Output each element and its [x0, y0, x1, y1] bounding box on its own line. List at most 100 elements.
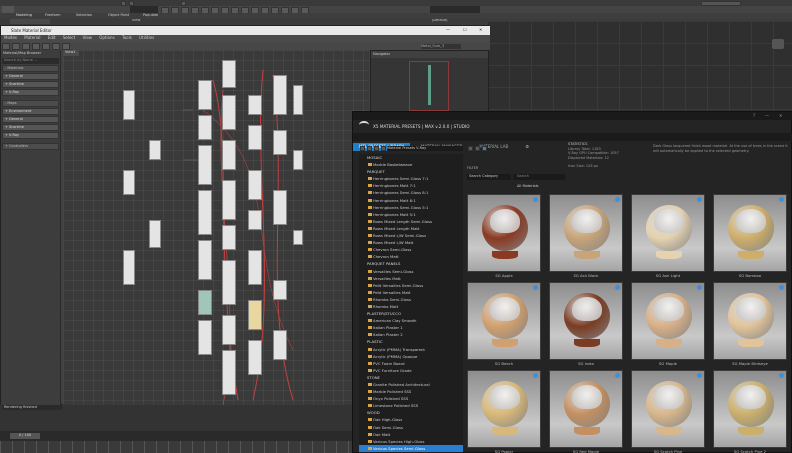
material-thumbnail[interactable]: SG Beech [467, 282, 541, 367]
tree-item[interactable]: Marble Basketweave [359, 161, 463, 168]
list-view-icon[interactable] [468, 146, 473, 151]
material-node[interactable] [149, 140, 161, 160]
material-node[interactable] [198, 240, 212, 280]
polygon-modeling-label[interactable]: Polygon Modeling [10, 19, 50, 35]
menu-tools[interactable]: Tools [122, 35, 132, 40]
tree-item[interactable]: Oak High-Gloss [359, 416, 463, 423]
tree-item[interactable]: Versailles Matt [359, 275, 463, 282]
material-node[interactable] [222, 260, 236, 305]
material-thumbnail[interactable]: SG Red Maple [549, 370, 623, 453]
material-thumbnail[interactable]: SG Apple [467, 194, 541, 279]
tree-item[interactable]: Marble Polished SSS [359, 388, 463, 395]
material-node[interactable] [248, 340, 262, 375]
tree-item[interactable]: Various Species High-Gloss [359, 438, 463, 445]
browser-group[interactable]: + V-Ray [2, 131, 59, 139]
tree-category[interactable]: MOSAIC [359, 154, 463, 161]
material-node[interactable] [222, 315, 236, 345]
refresh-icon[interactable] [374, 146, 379, 151]
slate-title-bar[interactable]: Slate Material Editor — ☐ ✕ [1, 26, 490, 35]
track-bar[interactable] [0, 441, 352, 453]
tree-item[interactable]: Rows Mixed Length Matt [359, 225, 463, 232]
info-icon[interactable] [615, 373, 620, 378]
tree-item[interactable]: Oak Matt [359, 431, 463, 438]
material-node[interactable] [198, 190, 212, 235]
tree-item[interactable]: Rows Mixed L/W Semi-Gloss [359, 232, 463, 239]
ribbon-tab-freeform[interactable]: Freeform [45, 13, 61, 18]
browser-group[interactable]: - Materials [2, 64, 59, 72]
material-node[interactable] [198, 290, 212, 315]
material-thumbnail[interactable]: SG Poplar [467, 370, 541, 453]
material-node[interactable] [222, 60, 236, 88]
open-icon[interactable] [360, 146, 365, 151]
menu-view[interactable]: View [82, 35, 92, 40]
tree-item[interactable]: Herringbones Semi-Gloss 8:1 [359, 189, 463, 196]
material-node[interactable] [293, 230, 303, 245]
browser-group[interactable]: + Environment [2, 107, 59, 115]
material-node[interactable] [248, 250, 262, 285]
material-node[interactable] [222, 350, 236, 395]
tree-category[interactable]: WOOD [359, 409, 463, 416]
tree-category[interactable]: PLASTIC [359, 338, 463, 345]
tree-item[interactable]: Herringbones Matt 7:1 [359, 182, 463, 189]
material-node[interactable] [198, 115, 212, 140]
tree-item[interactable]: Versailles Semi-Gloss [359, 268, 463, 275]
tree-item[interactable]: Chevron Matt [359, 253, 463, 260]
material-node[interactable] [248, 300, 262, 330]
time-slider-handle[interactable]: 0 / 100 [10, 433, 40, 439]
material-thumbnail[interactable]: SG Scotch Pine [631, 370, 705, 453]
info-icon[interactable] [533, 285, 538, 290]
view-material-dropdown[interactable]: Metal_Sum_3 [421, 44, 461, 49]
tree-item[interactable]: Italian Plaster 1 [359, 324, 463, 331]
material-thumbnail[interactable]: SG Maple [631, 282, 705, 367]
browser-group[interactable]: + Scanline [2, 123, 59, 131]
tree-item[interactable]: PVC Foam Board [359, 360, 463, 367]
tree-category[interactable]: PARQUET PANELS [359, 260, 463, 267]
close-icon[interactable]: ✕ [479, 27, 482, 32]
tree-item[interactable]: Limestone Polished SSS [359, 402, 463, 409]
tree-item[interactable]: PVC Furniture Grade [359, 367, 463, 374]
menu-utilities[interactable]: Utilities [139, 35, 154, 40]
material-node[interactable] [248, 125, 262, 150]
material-node[interactable] [198, 80, 212, 110]
menu-modes[interactable]: Modes [4, 35, 17, 40]
material-node[interactable] [123, 170, 135, 195]
tree-category[interactable]: PLASTER/STUCCO [359, 310, 463, 317]
tree-category[interactable]: STONE [359, 374, 463, 381]
material-thumbnail[interactable]: SG Maple Birdseye [713, 282, 787, 367]
browser-group[interactable]: + V-Ray [2, 88, 59, 96]
browser-group[interactable]: + General [2, 115, 59, 123]
browser-search-input[interactable]: Search by Name ... [2, 57, 59, 64]
close-icon[interactable]: ✕ [779, 113, 782, 118]
tag-icon[interactable] [381, 146, 386, 151]
info-icon[interactable] [697, 373, 702, 378]
pick-icon[interactable] [2, 43, 10, 50]
search-input[interactable]: Search [513, 174, 565, 180]
tree-item[interactable]: Onyx Polished SSS [359, 395, 463, 402]
material-node[interactable] [293, 85, 303, 115]
material-node[interactable] [248, 95, 262, 115]
tree-item[interactable]: Acrylic (PMMA) Transparent [359, 346, 463, 353]
tree-item[interactable]: Oak Semi-Gloss [359, 424, 463, 431]
tree-item[interactable]: Herringbones Semi-Gloss 5:1 [359, 204, 463, 211]
help-icon[interactable]: ? [753, 113, 755, 118]
tree-item[interactable]: Granite Polished Architectural [359, 381, 463, 388]
tree-item[interactable]: Italian Plaster 2 [359, 331, 463, 338]
info-icon[interactable] [779, 373, 784, 378]
node-view[interactable]: View1 [63, 50, 369, 405]
material-node[interactable] [222, 95, 236, 130]
material-node[interactable] [273, 75, 287, 115]
info-icon[interactable] [697, 197, 702, 202]
info-icon[interactable] [779, 285, 784, 290]
browser-group[interactable]: + Controllers [2, 142, 59, 150]
info-icon[interactable] [615, 285, 620, 290]
menu-options[interactable]: Options [99, 35, 114, 40]
menu-select[interactable]: Select [63, 35, 75, 40]
material-thumbnail[interactable]: SG Iroko [549, 282, 623, 367]
tree-item[interactable]: Rows Mixed Length Semi-Gloss [359, 218, 463, 225]
layout-icon[interactable] [62, 43, 70, 50]
info-icon[interactable] [779, 197, 784, 202]
tree-item[interactable]: Various Species Semi-Gloss [359, 444, 463, 452]
tree-category[interactable]: PARQUET [359, 168, 463, 175]
viewport[interactable] [487, 21, 792, 121]
tree-item[interactable]: Petit Versailles Semi-Gloss [359, 282, 463, 289]
